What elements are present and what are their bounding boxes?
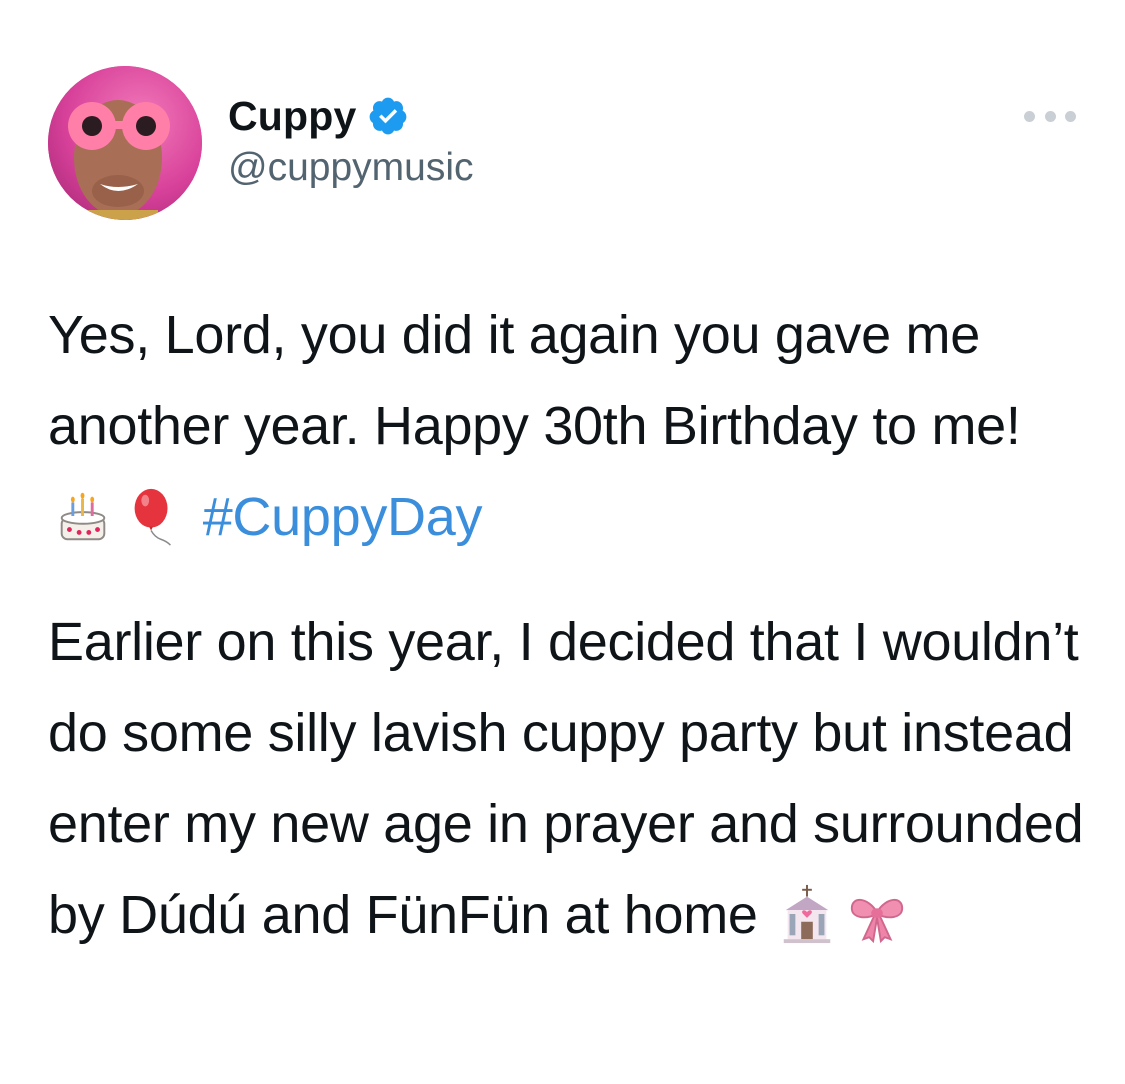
paragraph-text: Yes, Lord, you did it again you gave me …	[48, 305, 1021, 456]
more-options-icon[interactable]	[1024, 104, 1076, 128]
handle[interactable]: @cuppymusic	[228, 146, 474, 190]
dot	[1024, 110, 1035, 122]
wedding-chapel-emoji-icon	[776, 883, 838, 945]
birthday-cake-emoji-icon	[52, 485, 114, 547]
name-row: Cuppy	[228, 90, 474, 142]
display-name[interactable]: Cuppy	[228, 93, 357, 140]
avatar[interactable]	[48, 66, 202, 220]
verified-badge-icon	[367, 95, 409, 137]
avatar-photo	[48, 66, 202, 220]
paragraph-text: Earlier on this year, I decided that I w…	[48, 612, 1084, 945]
ribbon-emoji-icon	[846, 883, 908, 945]
tweet-paragraph-1: Yes, Lord, you did it again you gave me …	[48, 290, 1088, 563]
dot	[1044, 110, 1056, 122]
hashtag-link[interactable]: #CuppyDay	[203, 487, 483, 547]
tweet: Cuppy @cuppymusic Yes, Lord, you did it …	[0, 0, 1125, 1084]
balloon-emoji-icon	[122, 485, 184, 547]
tweet-text: Yes, Lord, you did it again you gave me …	[48, 290, 1088, 961]
tweet-paragraph-2: Earlier on this year, I decided that I w…	[48, 597, 1088, 961]
author-block: Cuppy @cuppymusic	[228, 90, 474, 200]
dot	[1065, 110, 1076, 122]
